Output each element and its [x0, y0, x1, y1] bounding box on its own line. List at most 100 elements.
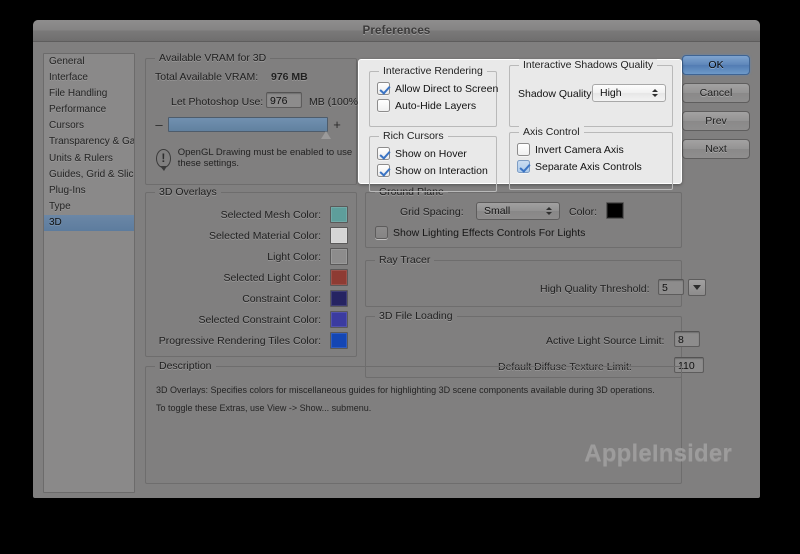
let-photoshop-use-field[interactable]: 976 [266, 92, 302, 108]
overlay-color-swatch[interactable] [330, 269, 348, 286]
checkbox-checked-icon[interactable] [377, 147, 390, 160]
overlays-group: 3D Overlays Selected Mesh Color: Selected… [145, 186, 357, 357]
cancel-button[interactable]: Cancel [682, 83, 750, 103]
overlay-color-swatch[interactable] [330, 290, 348, 307]
checkbox-icon[interactable] [377, 99, 390, 112]
interactive-rendering-options: Allow Direct to Screen Auto-Hide Layers [377, 82, 498, 116]
overlay-color-swatch[interactable] [330, 227, 348, 244]
active-light-limit-field[interactable]: 8 [674, 331, 700, 347]
vram-percent-label: MB (100%) [309, 96, 362, 108]
titlebar[interactable]: Preferences [33, 20, 760, 42]
overlay-color-swatch[interactable] [330, 248, 348, 265]
slider-minus-icon[interactable]: – [154, 117, 164, 132]
interactive-shadows-legend: Interactive Shadows Quality [519, 59, 658, 71]
checkbox-icon[interactable] [375, 226, 388, 239]
sidebar-item-performance[interactable]: Performance [44, 102, 134, 118]
show-lighting-effects-label: Show Lighting Effects Controls For Light… [393, 226, 586, 239]
available-vram-legend: Available VRAM for 3D [155, 52, 271, 64]
description-legend: Description [155, 360, 216, 372]
sidebar-item-guides-grid-slices[interactable]: Guides, Grid & Slices [44, 167, 134, 183]
hq-threshold-label: High Quality Threshold: [540, 283, 650, 295]
overlay-color-row: Selected Mesh Color: [146, 204, 348, 225]
vram-slider[interactable]: – + [154, 117, 350, 139]
checkbox-label: Auto-Hide Layers [395, 99, 477, 112]
hq-threshold-field[interactable]: 5 [658, 279, 684, 295]
ground-plane-group: Ground Plane Grid Spacing: Small Color: … [365, 186, 682, 248]
overlay-color-swatch[interactable] [330, 206, 348, 223]
description-line-1: 3D Overlays: Specifies colors for miscel… [156, 385, 655, 395]
opengl-warning-text: OpenGL Drawing must be enabled to use th… [177, 147, 353, 169]
sidebar-item-transparency-gamut[interactable]: Transparency & Gamut [44, 134, 134, 150]
checkbox-label: Invert Camera Axis [535, 143, 624, 156]
slider-plus-icon[interactable]: + [332, 117, 342, 132]
overlay-color-label: Constraint Color: [242, 292, 321, 305]
grid-spacing-label: Grid Spacing: [400, 206, 464, 218]
checkbox-checked-icon[interactable] [377, 164, 390, 177]
shadow-quality-value: High [600, 87, 622, 99]
ground-color-swatch[interactable] [606, 202, 624, 219]
available-vram-group: Available VRAM for 3D Total Available VR… [145, 52, 362, 185]
interactive-shadows-group: Interactive Shadows Quality Shadow Quali… [509, 59, 673, 127]
interactive-rendering-group: Interactive Rendering Allow Direct to Sc… [369, 65, 498, 127]
overlay-color-label: Selected Light Color: [223, 271, 321, 284]
axis-control-group: Axis Control Invert Camera Axis Separate … [509, 126, 673, 190]
highlighted-3d-options-panel: Interactive Rendering Allow Direct to Sc… [358, 59, 682, 192]
description-line-2: To toggle these Extras, use View -> Show… [156, 403, 372, 413]
auto-hide-layers-checkbox[interactable]: Auto-Hide Layers [377, 99, 498, 112]
dialog-buttons: OK Cancel Prev Next [682, 55, 750, 159]
overlay-color-swatch[interactable] [330, 332, 348, 349]
updown-arrows-icon [648, 89, 661, 97]
checkbox-label: Show on Interaction [395, 164, 488, 177]
file-loading-legend: 3D File Loading [375, 310, 457, 322]
slider-track[interactable] [168, 117, 331, 139]
opengl-warning: ! OpenGL Drawing must be enabled to use … [156, 147, 356, 171]
sidebar-item-general[interactable]: General [44, 54, 134, 70]
separate-axis-controls-checkbox[interactable]: Separate Axis Controls [517, 160, 642, 173]
window-title: Preferences [362, 24, 431, 37]
dialog-body: General Interface File Handling Performance… [33, 42, 760, 498]
show-lighting-effects-checkbox[interactable]: Show Lighting Effects Controls For Light… [375, 226, 585, 239]
rich-cursors-group: Rich Cursors Show on Hover Show on Intera… [369, 130, 497, 192]
checkbox-checked-icon[interactable] [517, 160, 530, 173]
updown-arrows-icon [542, 207, 555, 215]
checkbox-label: Allow Direct to Screen [395, 82, 499, 95]
hq-threshold-stepper[interactable] [688, 279, 706, 296]
sidebar-item-units-rulers[interactable]: Units & Rulers [44, 151, 134, 167]
rich-cursors-options: Show on Hover Show on Interaction [377, 147, 488, 181]
next-button[interactable]: Next [682, 139, 750, 159]
overlay-color-swatch[interactable] [330, 311, 348, 328]
prev-button[interactable]: Prev [682, 111, 750, 131]
total-vram-label: Total Available VRAM: [155, 71, 259, 83]
preferences-sidebar[interactable]: General Interface File Handling Performance… [43, 53, 135, 493]
sidebar-item-interface[interactable]: Interface [44, 70, 134, 86]
sidebar-item-cursors[interactable]: Cursors [44, 118, 134, 134]
overlay-color-label: Selected Constraint Color: [198, 313, 321, 326]
ok-button[interactable]: OK [682, 55, 750, 75]
active-light-limit-label: Active Light Source Limit: [546, 335, 665, 347]
sidebar-item-3d[interactable]: 3D [44, 214, 134, 232]
applensider-watermark: AppleInsider [584, 440, 732, 467]
total-vram-value: 976 MB [271, 71, 308, 83]
overlay-color-row: Selected Material Color: [146, 225, 348, 246]
allow-direct-to-screen-checkbox[interactable]: Allow Direct to Screen [377, 82, 498, 95]
shadow-quality-select[interactable]: High [592, 84, 666, 102]
overlays-legend: 3D Overlays [155, 186, 221, 198]
show-on-hover-checkbox[interactable]: Show on Hover [377, 147, 488, 160]
overlay-color-label: Selected Material Color: [208, 229, 321, 242]
checkbox-label: Show on Hover [395, 147, 467, 160]
axis-control-legend: Axis Control [519, 126, 584, 138]
checkbox-checked-icon[interactable] [377, 82, 390, 95]
overlay-color-label: Selected Mesh Color: [220, 208, 321, 221]
sidebar-item-file-handling[interactable]: File Handling [44, 86, 134, 102]
sidebar-item-type[interactable]: Type [44, 199, 134, 215]
ray-tracer-group: Ray Tracer High Quality Threshold: 5 [365, 254, 706, 307]
ground-color-label: Color: [569, 206, 598, 218]
slider-thumb-icon[interactable] [321, 131, 331, 139]
warning-icon: ! [156, 148, 171, 171]
sidebar-item-plug-ins[interactable]: Plug-Ins [44, 183, 134, 199]
checkbox-icon[interactable] [517, 143, 530, 156]
grid-spacing-select[interactable]: Small [476, 202, 560, 220]
show-on-interaction-checkbox[interactable]: Show on Interaction [377, 164, 488, 177]
shadow-quality-label: Shadow Quality: [518, 88, 595, 100]
invert-camera-axis-checkbox[interactable]: Invert Camera Axis [517, 143, 642, 156]
